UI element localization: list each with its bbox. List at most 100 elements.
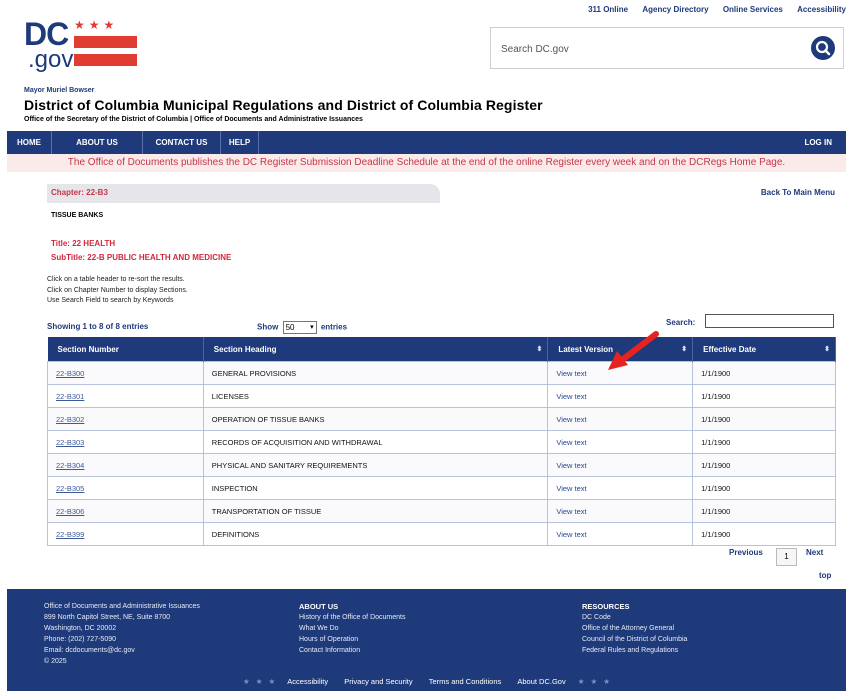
search-button[interactable] bbox=[811, 36, 835, 60]
table-row: 22-B301 LICENSES View text 1/1/1900 bbox=[47, 384, 836, 408]
footer-copyright: © 2025 bbox=[44, 658, 67, 665]
table-row: 22-B305 INSPECTION View text 1/1/1900 bbox=[47, 476, 836, 500]
site-search-input[interactable] bbox=[499, 38, 793, 60]
footer-link[interactable]: Hours of Operation bbox=[299, 634, 405, 645]
table-row: 22-B303 RECORDS OF ACQUISITION AND WITHD… bbox=[47, 430, 836, 454]
column-header-section-heading[interactable]: Section Heading ⬍ bbox=[203, 337, 549, 362]
back-to-top-link[interactable]: top bbox=[819, 571, 831, 580]
instruction-line: Click on a table header to re-sort the r… bbox=[47, 276, 185, 283]
view-text-link[interactable]: View text bbox=[556, 438, 586, 447]
column-header-effective-date[interactable]: Effective Date ⬍ bbox=[692, 337, 836, 362]
dc-gov-logo[interactable]: DC .gov ★★★ bbox=[24, 18, 137, 73]
footer-terms-link[interactable]: Terms and Conditions bbox=[429, 677, 502, 686]
red-arrow-icon bbox=[608, 331, 659, 370]
view-text-link[interactable]: View text bbox=[556, 507, 586, 516]
entries-info: Showing 1 to 8 of 8 entries bbox=[47, 322, 149, 331]
effective-date-cell: 1/1/1900 bbox=[692, 361, 836, 385]
section-heading-cell: RECORDS OF ACQUISITION AND WITHDRAWAL bbox=[202, 430, 549, 454]
sort-icon: ⬍ bbox=[824, 346, 830, 353]
column-label: Section Number bbox=[57, 344, 119, 354]
page-length-value: 50 bbox=[285, 323, 295, 332]
section-heading-cell: LICENSES bbox=[202, 384, 549, 408]
logo-gov-text: .gov bbox=[28, 46, 74, 73]
notice-banner: The Office of Documents publishes the DC… bbox=[7, 154, 846, 172]
chevron-down-icon: ▾ bbox=[310, 324, 314, 331]
column-label: Section Heading bbox=[213, 344, 277, 354]
effective-date-cell: 1/1/1900 bbox=[692, 430, 836, 454]
section-heading-cell: GENERAL PROVISIONS bbox=[202, 361, 549, 385]
effective-date-cell: 1/1/1900 bbox=[692, 384, 836, 408]
column-header-section-number[interactable]: Section Number bbox=[47, 337, 204, 362]
section-number-link[interactable]: 22-B399 bbox=[56, 530, 84, 539]
star-icon: ★ bbox=[243, 677, 250, 686]
section-number-link[interactable]: 22-B300 bbox=[56, 369, 84, 378]
footer-email[interactable]: Email: dcdocuments@dc.gov bbox=[44, 645, 200, 656]
footer-link[interactable]: Contact Information bbox=[299, 645, 405, 656]
sort-icon: ⬍ bbox=[681, 346, 688, 353]
page-title: District of Columbia Municipal Regulatio… bbox=[24, 97, 543, 113]
effective-date-cell: 1/1/1900 bbox=[692, 453, 836, 477]
view-text-link[interactable]: View text bbox=[556, 392, 586, 401]
nav-about-us[interactable]: ABOUT US bbox=[52, 131, 143, 154]
view-text-link[interactable]: View text bbox=[556, 461, 586, 470]
nav-help[interactable]: HELP bbox=[221, 131, 259, 154]
footer-privacy-link[interactable]: Privacy and Security bbox=[344, 677, 412, 686]
footer-link[interactable]: Council of the District of Columbia bbox=[582, 634, 687, 645]
pager-previous[interactable]: Previous bbox=[729, 548, 763, 557]
footer-about: ABOUT US History of the Office of Docume… bbox=[299, 601, 405, 656]
footer-resources: RESOURCES DC Code Office of the Attorney… bbox=[582, 601, 687, 656]
entries-label: entries bbox=[320, 322, 348, 332]
utility-link-311[interactable]: 311 Online bbox=[588, 5, 628, 14]
section-number-link[interactable]: 22-B303 bbox=[56, 438, 84, 447]
utility-link-online-services[interactable]: Online Services bbox=[723, 5, 783, 14]
site-footer: Office of Documents and Administrative I… bbox=[7, 589, 846, 691]
pager-page-1[interactable]: 1 bbox=[776, 548, 797, 566]
footer-link[interactable]: History of the Office of Documents bbox=[299, 612, 405, 623]
footer-link[interactable]: What We Do bbox=[299, 623, 405, 634]
logo-stars-icon: ★★★ bbox=[74, 18, 119, 32]
back-to-main-menu-link[interactable]: Back To Main Menu bbox=[761, 188, 835, 197]
table-search-input[interactable] bbox=[705, 314, 834, 328]
section-number-link[interactable]: 22-B306 bbox=[56, 507, 84, 516]
page-length-select[interactable]: 50 ▾ bbox=[282, 321, 317, 334]
footer-link[interactable]: Federal Rules and Regulations bbox=[582, 645, 687, 656]
title-line: Title: 22 HEALTH bbox=[51, 239, 116, 248]
table-header-row: Section Number Section Heading ⬍ Latest V… bbox=[47, 337, 836, 362]
footer-about-title: ABOUT US bbox=[299, 602, 339, 611]
logo-flag-bar-top bbox=[74, 36, 137, 48]
footer-about-dcgov-link[interactable]: About DC.Gov bbox=[517, 677, 565, 686]
chapter-heading: TISSUE BANKS bbox=[51, 212, 104, 219]
section-number-link[interactable]: 22-B304 bbox=[56, 461, 84, 470]
instruction-line: Click on Chapter Number to display Secti… bbox=[47, 287, 188, 294]
nav-log-in[interactable]: LOG IN bbox=[804, 131, 832, 154]
view-text-link[interactable]: View text bbox=[556, 484, 586, 493]
section-number-link[interactable]: 22-B305 bbox=[56, 484, 84, 493]
nav-home[interactable]: HOME bbox=[7, 131, 52, 154]
star-icon: ★ bbox=[255, 677, 263, 686]
section-number-link[interactable]: 22-B301 bbox=[56, 392, 84, 401]
section-number-link[interactable]: 22-B302 bbox=[56, 415, 84, 424]
footer-phone: Phone: (202) 727-5090 bbox=[44, 636, 116, 643]
nav-contact-us[interactable]: CONTACT US bbox=[143, 131, 221, 154]
page-subtitle: Office of the Secretary of the District … bbox=[24, 116, 363, 123]
footer-accessibility-link[interactable]: Accessibility bbox=[287, 677, 328, 686]
footer-link[interactable]: DC Code bbox=[582, 612, 687, 623]
utility-links: 311 Online Agency Directory Online Servi… bbox=[576, 5, 846, 14]
effective-date-cell: 1/1/1900 bbox=[692, 499, 836, 523]
footer-link[interactable]: Office of the Attorney General bbox=[582, 623, 687, 634]
table-row: 22-B399 DEFINITIONS View text 1/1/1900 bbox=[47, 522, 836, 546]
section-heading-cell: INSPECTION bbox=[202, 476, 549, 500]
footer-address-line: Washington, DC 20002 bbox=[44, 625, 117, 632]
sort-icon: ⬍ bbox=[536, 346, 543, 353]
view-text-link[interactable]: View text bbox=[556, 415, 586, 424]
subtitle-line: SubTitle: 22-B PUBLIC HEALTH AND MEDICIN… bbox=[51, 253, 232, 262]
utility-link-accessibility[interactable]: Accessibility bbox=[797, 5, 846, 14]
star-icon: ★ bbox=[590, 677, 598, 686]
view-text-link[interactable]: View text bbox=[556, 369, 586, 378]
sections-table: Section Number Section Heading ⬍ Latest V… bbox=[47, 337, 836, 546]
table-search-label: Search: bbox=[666, 318, 696, 327]
view-text-link[interactable]: View text bbox=[556, 530, 586, 539]
pager-next[interactable]: Next bbox=[806, 548, 823, 557]
utility-link-agency-directory[interactable]: Agency Directory bbox=[642, 5, 708, 14]
footer-resources-title: RESOURCES bbox=[582, 602, 630, 611]
